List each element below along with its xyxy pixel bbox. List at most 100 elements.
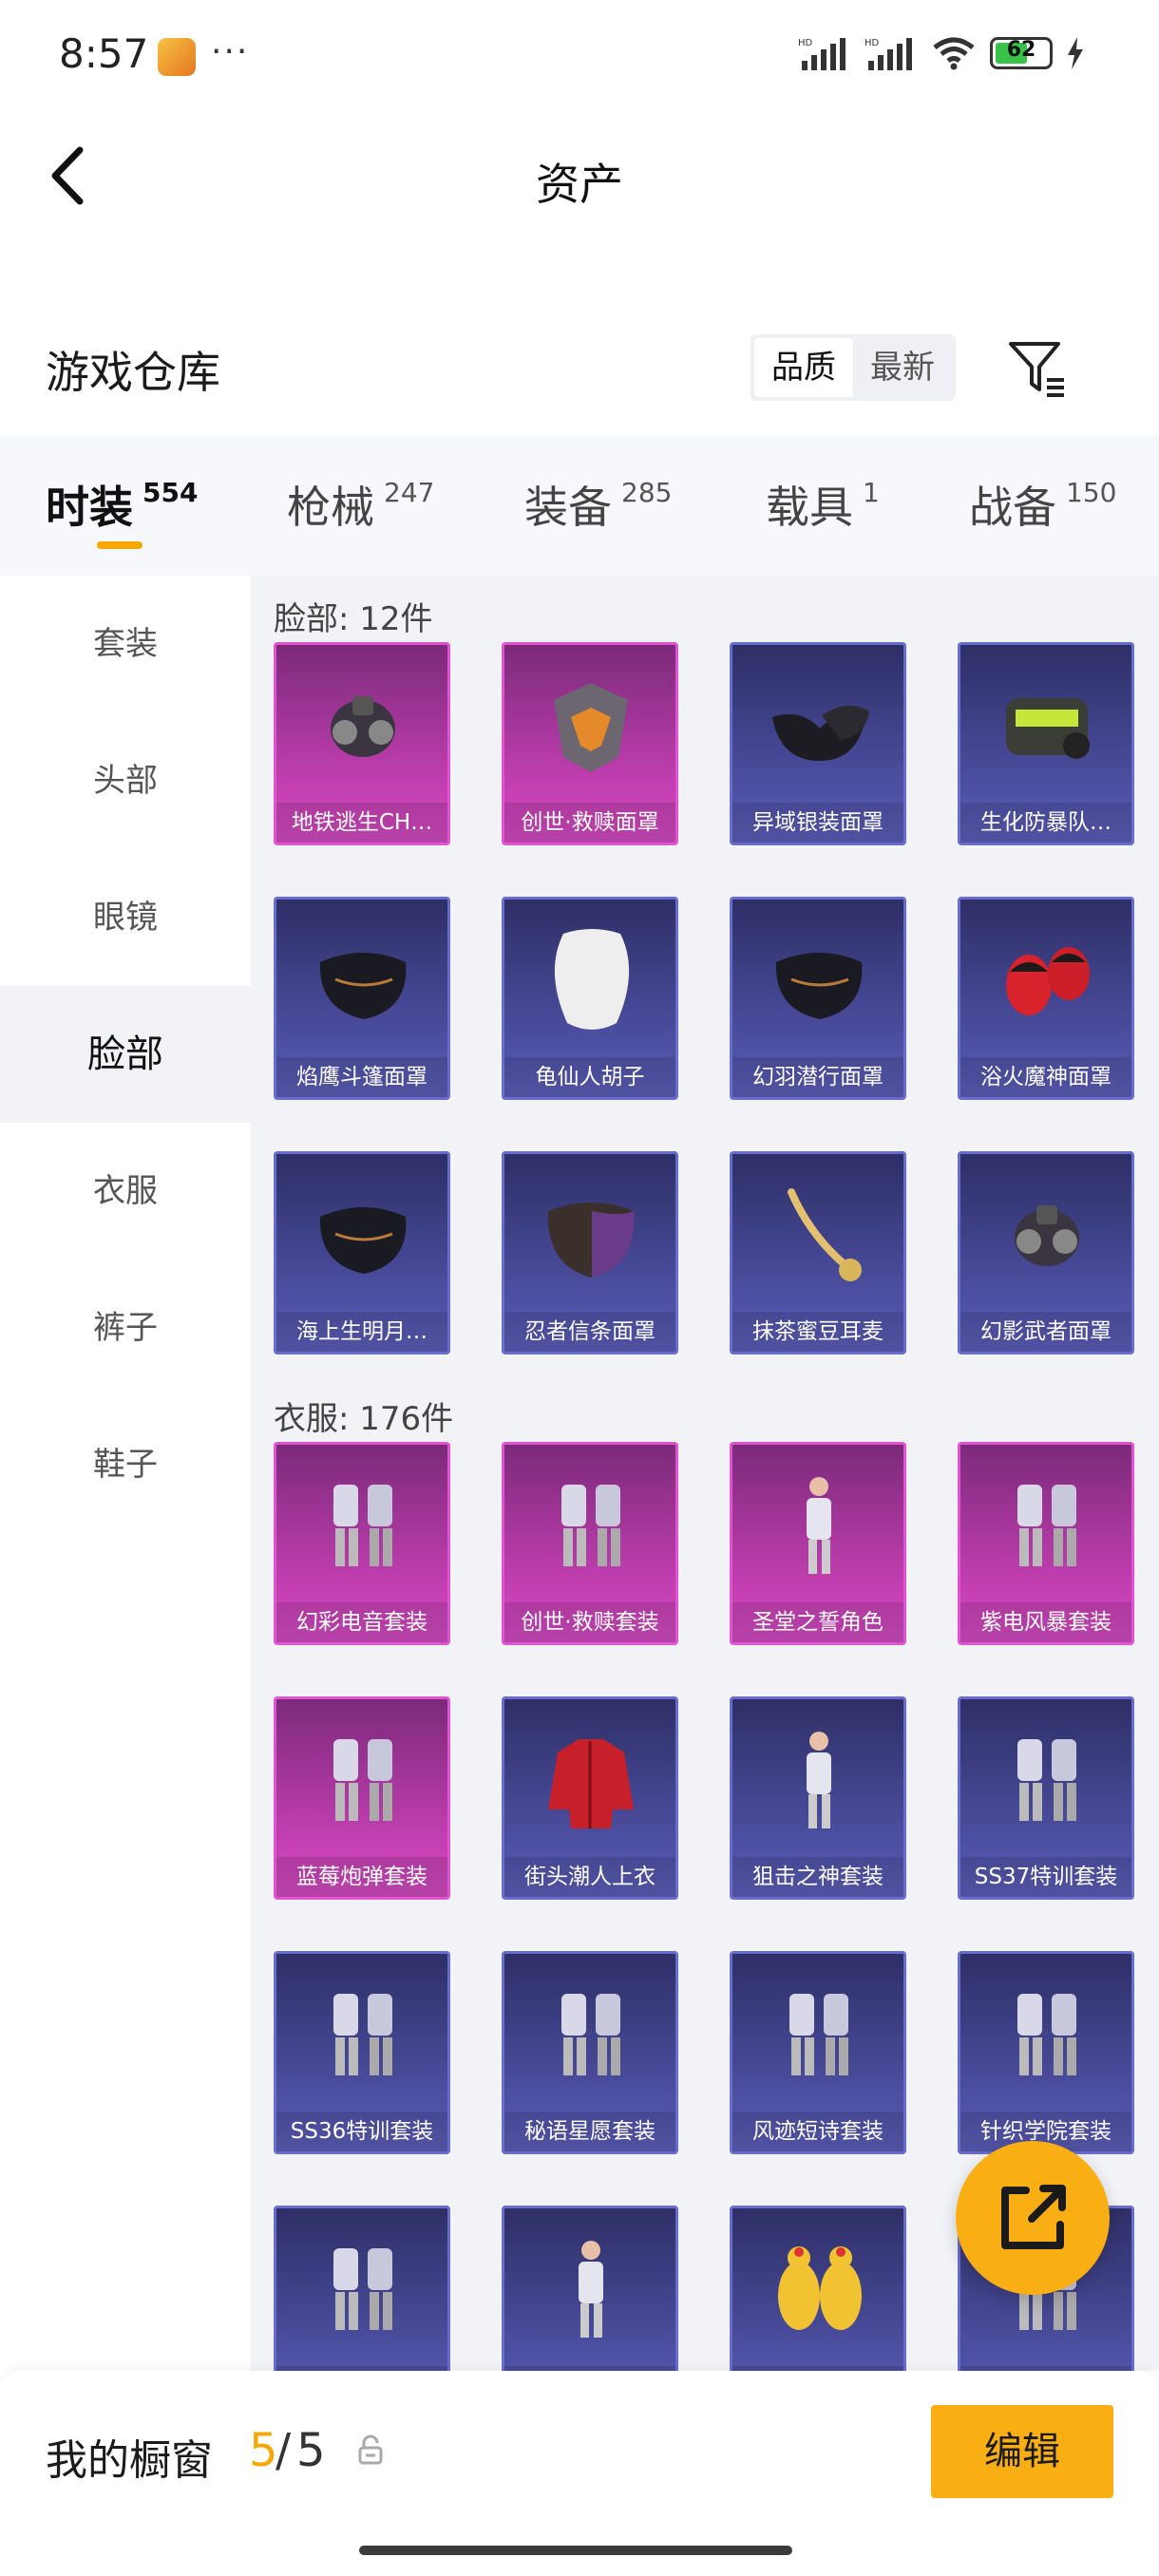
tab-war-supplies[interactable]: 战备 150 bbox=[969, 473, 1116, 536]
item-card[interactable]: 狙击之神套装 bbox=[730, 1696, 906, 1900]
sidebar-item-head[interactable]: 头部 bbox=[0, 712, 251, 849]
app-notification-icon bbox=[158, 38, 196, 76]
item-card[interactable]: 抹茶蜜豆耳麦 bbox=[730, 1151, 906, 1354]
item-card[interactable]: 创世·救赎套装 bbox=[502, 1442, 678, 1645]
item-name: SS37特训套装 bbox=[960, 1857, 1131, 1897]
tab-label: 时装 bbox=[46, 482, 133, 533]
item-card[interactable]: 创世·救赎面罩 bbox=[502, 642, 678, 845]
ninja-mask-icon bbox=[547, 1203, 635, 1278]
item-name: 圣堂之誓角色 bbox=[732, 1602, 903, 1642]
showcase-separator: / bbox=[276, 2424, 292, 2477]
tab-vehicles[interactable]: 载具 1 bbox=[766, 473, 880, 536]
cloth-mask-icon bbox=[319, 953, 407, 1019]
item-card[interactable]: 忍者信条面罩 bbox=[502, 1151, 678, 1354]
item-name: 龟仙人胡子 bbox=[504, 1057, 675, 1097]
tab-equipment[interactable]: 装备 285 bbox=[524, 473, 672, 536]
item-card[interactable]: 蓝莓炮弹套装 bbox=[274, 1696, 450, 1900]
tab-fashion[interactable]: 时装 554 bbox=[46, 473, 198, 536]
item-name: 风迹短诗套装 bbox=[732, 2112, 903, 2151]
character-icon bbox=[807, 1732, 831, 1828]
item-card[interactable]: 幻影武者面罩 bbox=[958, 1151, 1134, 1354]
item-card[interactable]: 焰鹰斗篷面罩 bbox=[274, 897, 450, 1100]
sidebar-item-shoes[interactable]: 鞋子 bbox=[0, 1396, 251, 1533]
sidebar-item-suit[interactable]: 套装 bbox=[0, 576, 251, 712]
item-name: 狙击之神套装 bbox=[732, 1857, 903, 1897]
battery-icon: 62 bbox=[990, 37, 1053, 69]
outfit-icon bbox=[1017, 1485, 1076, 1566]
item-name: 海上生明月… bbox=[276, 1312, 447, 1352]
tab-count: 150 bbox=[1066, 477, 1117, 508]
item-card[interactable]: 幻彩电音套装 bbox=[274, 1442, 450, 1645]
outfit-icon bbox=[789, 1994, 848, 2075]
sort-latest-button[interactable]: 最新 bbox=[853, 338, 952, 397]
character-icon bbox=[807, 1477, 831, 1574]
item-card[interactable]: 紫电风暴套装 bbox=[958, 1442, 1134, 1645]
sidebar: 套装 头部 眼镜 脸部 衣服 裤子 鞋子 bbox=[0, 576, 251, 2371]
item-card[interactable] bbox=[502, 2206, 678, 2371]
item-card[interactable]: 针织学院套装 bbox=[958, 1951, 1134, 2154]
item-card[interactable]: 圣堂之誓角色 bbox=[730, 1442, 906, 1645]
wifi-icon bbox=[933, 37, 975, 70]
battery-percent: 62 bbox=[1006, 38, 1036, 62]
outfit-icon bbox=[333, 1485, 392, 1566]
item-card[interactable]: 幻羽潜行面罩 bbox=[730, 897, 906, 1100]
item-card[interactable]: SS37特训套装 bbox=[958, 1696, 1134, 1900]
demon-mask-icon bbox=[1006, 947, 1090, 1015]
item-name: 生化防暴队… bbox=[960, 803, 1131, 843]
item-card[interactable]: 地铁逃生CH… bbox=[274, 642, 450, 845]
tab-label: 载具 bbox=[766, 482, 853, 533]
item-card[interactable]: 生化防暴队… bbox=[958, 642, 1134, 845]
character-icon bbox=[579, 2241, 603, 2338]
item-name: 异域银装面罩 bbox=[732, 803, 903, 843]
category-tabs: 时装 554 枪械 247 装备 285 载具 1 战备 150 bbox=[0, 435, 1159, 576]
outfit-icon bbox=[561, 1994, 620, 2075]
share-button[interactable] bbox=[956, 2141, 1110, 2295]
edit-button[interactable]: 编辑 bbox=[931, 2405, 1113, 2498]
sort-toggle: 品质 最新 bbox=[750, 334, 956, 401]
home-indicator[interactable] bbox=[359, 2546, 792, 2555]
sidebar-item-clothes[interactable]: 衣服 bbox=[0, 1123, 251, 1260]
active-tab-indicator bbox=[97, 541, 142, 549]
item-card[interactable]: 街头潮人上衣 bbox=[502, 1696, 678, 1900]
item-name: 街头潮人上衣 bbox=[504, 1857, 675, 1897]
item-card[interactable]: 浴火魔神面罩 bbox=[958, 897, 1134, 1100]
outfit-icon bbox=[561, 1485, 620, 1566]
outfit-icon bbox=[333, 1739, 392, 1821]
more-notifications-icon: ··· bbox=[211, 32, 250, 71]
charging-icon bbox=[1068, 37, 1083, 69]
item-name: 幻彩电音套装 bbox=[276, 1602, 447, 1642]
outfit-icon bbox=[333, 1994, 392, 2075]
outfit-icon bbox=[1017, 1994, 1076, 2075]
sidebar-item-face[interactable]: 脸部 bbox=[0, 986, 251, 1123]
item-card[interactable] bbox=[274, 2206, 450, 2371]
item-card[interactable]: SS36特训套装 bbox=[274, 1951, 450, 2154]
status-bar: 8:57 ··· HD HD 62 bbox=[0, 0, 1159, 114]
item-card[interactable]: 风迹短诗套装 bbox=[730, 1951, 906, 2154]
item-name: 抹茶蜜豆耳麦 bbox=[732, 1312, 903, 1352]
item-name: 秘语星愿套装 bbox=[504, 2112, 675, 2151]
item-card[interactable] bbox=[730, 2206, 906, 2371]
signal-icon: HD bbox=[864, 38, 912, 70]
showcase-label: 我的橱窗 bbox=[46, 2436, 213, 2485]
svg-text:HD: HD bbox=[864, 38, 880, 48]
page-title: 资产 bbox=[536, 159, 623, 210]
item-name: 蓝莓炮弹套装 bbox=[276, 1857, 447, 1897]
item-card[interactable]: 秘语星愿套装 bbox=[502, 1951, 678, 2154]
signal-icon: HD bbox=[798, 38, 846, 70]
sidebar-item-pants[interactable]: 裤子 bbox=[0, 1260, 251, 1396]
sort-quality-button[interactable]: 品质 bbox=[754, 338, 853, 397]
status-time: 8:57 bbox=[59, 30, 149, 77]
item-card[interactable]: 龟仙人胡子 bbox=[502, 897, 678, 1100]
tab-count: 1 bbox=[863, 477, 880, 508]
filter-icon[interactable] bbox=[1005, 334, 1072, 401]
item-name: 幻羽潜行面罩 bbox=[732, 1057, 903, 1097]
tab-label: 战备 bbox=[969, 482, 1056, 533]
item-name: 幻影武者面罩 bbox=[960, 1312, 1131, 1352]
sidebar-item-glasses[interactable]: 眼镜 bbox=[0, 849, 251, 986]
tab-guns[interactable]: 枪械 247 bbox=[287, 473, 434, 536]
section-header: 衣服: 176件 bbox=[274, 1400, 454, 1438]
outfit-icon bbox=[1017, 1739, 1076, 1821]
gas-mask-icon bbox=[331, 696, 395, 757]
item-card[interactable]: 异域银装面罩 bbox=[730, 642, 906, 845]
item-card[interactable]: 海上生明月… bbox=[274, 1151, 450, 1354]
